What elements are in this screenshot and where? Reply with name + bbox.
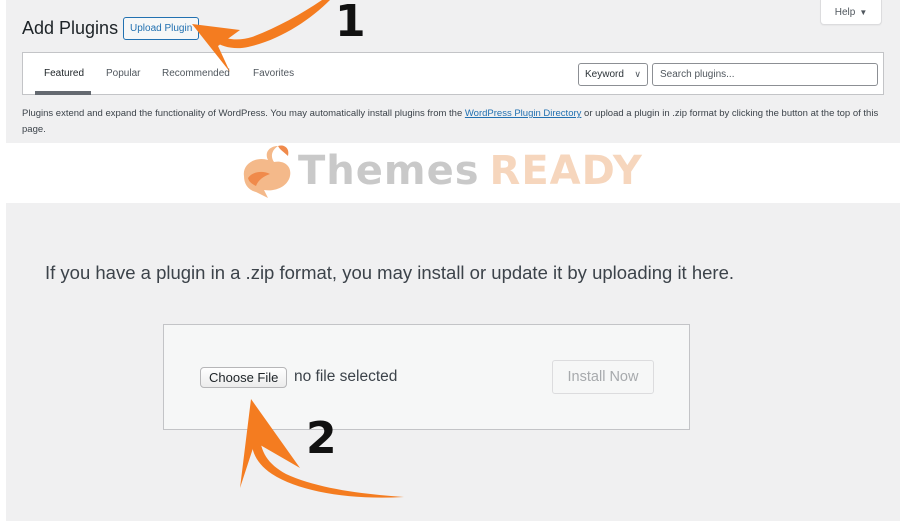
- file-status-text: no file selected: [294, 368, 398, 385]
- caret-down-icon: ▼: [859, 8, 868, 17]
- upload-plugin-button[interactable]: Upload Plugin: [123, 17, 200, 40]
- tab-featured[interactable]: Featured: [44, 68, 84, 79]
- upload-plugin-panel: If you have a plugin in a .zip format, y…: [6, 203, 900, 521]
- upload-form: Choose File no file selected Install Now: [163, 324, 690, 430]
- install-now-button[interactable]: Install Now: [552, 360, 654, 394]
- chevron-down-icon: ∨: [634, 69, 641, 79]
- step-number-1: 1: [335, 0, 366, 47]
- choose-file-button[interactable]: Choose File: [200, 367, 288, 388]
- search-plugins-input[interactable]: [652, 63, 878, 86]
- step-number-2: 2: [306, 413, 337, 464]
- help-button[interactable]: Help ▼: [820, 0, 882, 25]
- themesready-watermark: Themes READY: [232, 142, 652, 198]
- active-tab-indicator: [35, 91, 91, 95]
- description-text-1: Plugins extend and expand the functional…: [22, 108, 465, 119]
- watermark-brand: Themes READY: [298, 148, 643, 194]
- plugin-filter-bar: Featured Popular Recommended Favorites K…: [22, 52, 884, 95]
- watermark-themes-text: Themes: [298, 148, 480, 194]
- tab-popular[interactable]: Popular: [106, 68, 140, 79]
- search-type-value: Keyword: [585, 69, 624, 80]
- search-type-select[interactable]: Keyword ∨: [578, 63, 648, 86]
- page-title: Add Plugins: [22, 18, 119, 38]
- tab-favorites[interactable]: Favorites: [253, 68, 294, 79]
- upload-instructions: If you have a plugin in a .zip format, y…: [45, 262, 735, 283]
- plugins-description: Plugins extend and expand the functional…: [22, 106, 892, 138]
- help-label: Help: [834, 7, 856, 18]
- rabbit-logo-icon: [243, 145, 291, 198]
- add-plugins-panel: Add Plugins Upload Plugin Help ▼ Featured…: [6, 0, 900, 143]
- plugin-directory-link[interactable]: WordPress Plugin Directory: [465, 108, 582, 119]
- tab-recommended[interactable]: Recommended: [162, 68, 230, 79]
- watermark-ready-text: READY: [489, 148, 643, 194]
